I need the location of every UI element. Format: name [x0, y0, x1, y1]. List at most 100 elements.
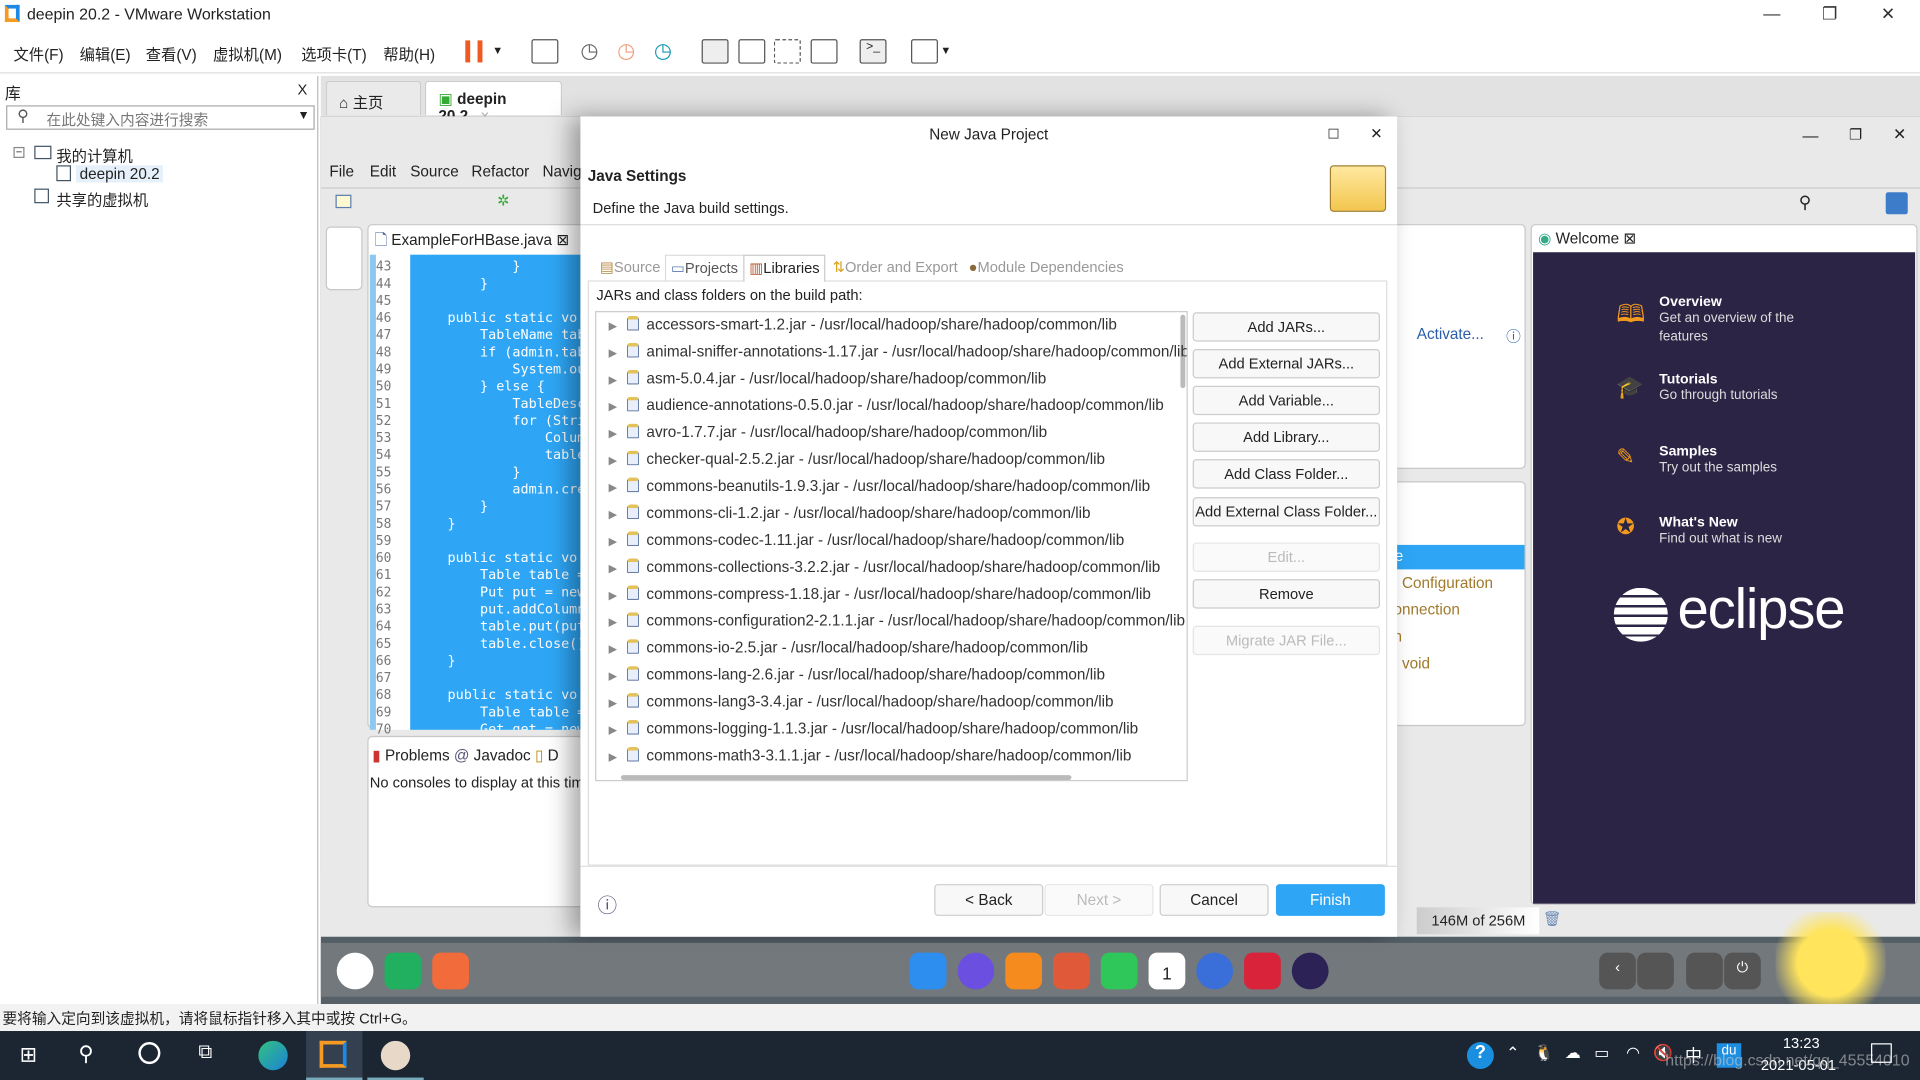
- snapshot-manager-icon[interactable]: ◷: [654, 39, 672, 63]
- java-perspective-icon[interactable]: [1885, 192, 1908, 215]
- help-icon[interactable]: ⓘ: [598, 889, 618, 918]
- add-external-class-folder-button[interactable]: Add External Class Folder...: [1192, 497, 1381, 527]
- chevron-up-icon[interactable]: ⌃: [1506, 1043, 1519, 1063]
- minimized-view-stack[interactable]: [325, 226, 363, 291]
- library-close-button[interactable]: X: [298, 81, 308, 98]
- outline-item[interactable]: onnection: [1393, 601, 1459, 618]
- close-icon[interactable]: ⊠: [556, 231, 569, 248]
- code-editor[interactable]: } } public static vo TableName tab if (a…: [410, 254, 582, 730]
- expand-arrow-icon[interactable]: ▶: [609, 643, 617, 655]
- tree-item-deepin[interactable]: deepin 20.2: [75, 165, 164, 183]
- revert-snapshot-icon[interactable]: ◷: [617, 39, 635, 63]
- expand-arrow-icon[interactable]: ▶: [609, 373, 617, 385]
- app-store-icon[interactable]: [1005, 952, 1043, 990]
- power-icon[interactable]: ⏻: [1724, 952, 1761, 990]
- qq-icon[interactable]: 🐧: [1534, 1043, 1554, 1063]
- editor-tab[interactable]: 🗋 ExampleForHBase.java ⊠: [375, 229, 569, 255]
- console-icon[interactable]: >_: [859, 39, 887, 64]
- task-view-icon[interactable]: ⧉: [198, 1042, 212, 1064]
- search-icon[interactable]: ⚲: [1799, 192, 1812, 213]
- jar-list-item[interactable]: ▶ animal-sniffer-annotations-1.17.jar - /…: [609, 342, 1187, 370]
- jar-list-item[interactable]: ▶ commons-io-2.5.jar - /usr/local/hadoop/…: [609, 639, 1088, 666]
- expand-arrow-icon[interactable]: ▶: [609, 454, 617, 466]
- vmware-taskbar-button[interactable]: [306, 1031, 363, 1080]
- menu-edit[interactable]: 编辑(E): [80, 42, 131, 65]
- tab-problems[interactable]: Problems: [385, 747, 450, 764]
- cancel-button[interactable]: Cancel: [1159, 884, 1269, 916]
- tab-libraries[interactable]: ▥Libraries: [743, 254, 826, 282]
- eclipse-close-button[interactable]: ✕: [1893, 125, 1906, 145]
- welcome-item-samples[interactable]: Samples Try out the samples: [1659, 444, 1777, 477]
- back-arrow-icon[interactable]: ‹: [1599, 952, 1636, 990]
- eclipse-menu-file[interactable]: File: [329, 163, 354, 180]
- jar-list-item[interactable]: ▶ commons-configuration2-2.1.1.jar - /usr…: [609, 612, 1185, 639]
- expand-arrow-icon[interactable]: ▶: [609, 400, 617, 412]
- expand-arrow-icon[interactable]: ▶: [609, 724, 617, 736]
- list-hscrollbar[interactable]: [620, 775, 1072, 781]
- onscreen-keyboard-icon[interactable]: [1686, 952, 1723, 990]
- chevron-down-icon[interactable]: ▼: [492, 44, 503, 56]
- launcher-icon[interactable]: [336, 952, 374, 990]
- file-manager-icon[interactable]: [909, 952, 947, 990]
- expand-arrow-icon[interactable]: ▶: [609, 751, 617, 763]
- jar-list-item[interactable]: ▶ commons-collections-3.2.2.jar - /usr/lo…: [609, 558, 1160, 585]
- search-icon[interactable]: ⚲: [78, 1042, 93, 1066]
- new-icon[interactable]: [335, 194, 352, 209]
- jar-list-item[interactable]: ▶ commons-compress-1.18.jar - /usr/local/…: [609, 585, 1151, 612]
- eclipse-restore-button[interactable]: ❐: [1849, 126, 1862, 143]
- jar-list-item[interactable]: ▶ commons-lang3-3.4.jar - /usr/local/hado…: [609, 693, 1114, 720]
- eclipse-dock-icon[interactable]: [1291, 952, 1329, 990]
- add-jars-button[interactable]: Add JARs...: [1192, 312, 1381, 342]
- pause-icon[interactable]: [465, 40, 483, 63]
- menu-tabs[interactable]: 选项卡(T): [301, 42, 366, 65]
- send-ctrl-alt-del-icon[interactable]: [531, 39, 559, 64]
- jar-list-item[interactable]: ▶ checker-qual-2.5.2.jar - /usr/local/had…: [609, 450, 1105, 478]
- outline-item[interactable]: : Configuration: [1393, 574, 1493, 591]
- music-icon[interactable]: [1100, 952, 1138, 990]
- menu-file[interactable]: 文件(F): [13, 42, 63, 65]
- tab-projects[interactable]: ▭Projects: [664, 254, 745, 282]
- eclipse-menu-source[interactable]: Source: [410, 163, 459, 180]
- expand-arrow-icon[interactable]: ▶: [609, 670, 617, 682]
- tutorials-icon[interactable]: 🎓: [1616, 375, 1643, 401]
- migrate-jar-file-button[interactable]: Migrate JAR File...: [1192, 625, 1381, 656]
- expand-arrow-icon[interactable]: ▶: [609, 481, 617, 493]
- add-library-button[interactable]: Add Library...: [1192, 422, 1381, 452]
- multitask-icon[interactable]: [432, 952, 469, 990]
- clock-time[interactable]: 13:23: [1783, 1035, 1820, 1052]
- eclipse-menu-refactor[interactable]: Refactor: [471, 163, 529, 180]
- expand-arrow-icon[interactable]: ▶: [609, 427, 617, 439]
- windows-start-icon[interactable]: ⊞: [20, 1043, 37, 1067]
- remove-button[interactable]: Remove: [1192, 579, 1381, 609]
- photos-icon[interactable]: [1053, 952, 1090, 990]
- edit-button[interactable]: Edit...: [1192, 542, 1381, 572]
- back-button[interactable]: < Back: [934, 884, 1044, 916]
- help-tray-icon[interactable]: ?: [1466, 1042, 1494, 1069]
- library-search-input[interactable]: 在此处键入内容进行搜索: [6, 105, 315, 130]
- dialog-maximize-button[interactable]: ☐: [1327, 126, 1339, 142]
- chevron-down-icon[interactable]: ▼: [940, 44, 951, 56]
- app-taskbar-button[interactable]: [367, 1031, 424, 1080]
- notification-icon[interactable]: [1871, 1043, 1892, 1063]
- tab-home[interactable]: ⌂ 主页×: [325, 80, 422, 130]
- jar-list-item[interactable]: ▶ commons-logging-1.1.3.jar - /usr/local/…: [609, 720, 1138, 747]
- close-button[interactable]: ✕: [1881, 4, 1895, 25]
- jar-list-item[interactable]: ▶ commons-math3-3.1.1.jar - /usr/local/ha…: [609, 746, 1131, 774]
- snapshot-icon[interactable]: ◷: [580, 39, 598, 63]
- stretch-icon[interactable]: [911, 39, 938, 64]
- edge-taskbar-button[interactable]: [245, 1031, 301, 1080]
- expand-arrow-icon[interactable]: ▶: [609, 320, 617, 332]
- welcome-item-overview[interactable]: Overview Get an overview of the features: [1659, 295, 1904, 346]
- onedrive-icon[interactable]: ☁: [1565, 1043, 1581, 1063]
- tab-deepin[interactable]: ▣ deepin 20.2×: [424, 80, 563, 125]
- jar-list-item[interactable]: ▶ audience-annotations-0.5.0.jar - /usr/l…: [609, 396, 1164, 424]
- keyboard-icon[interactable]: [1637, 952, 1674, 990]
- calendar-icon[interactable]: 1: [1148, 952, 1186, 990]
- menu-view[interactable]: 查看(V): [146, 42, 197, 65]
- expand-arrow-icon[interactable]: ▶: [609, 616, 617, 628]
- samples-icon[interactable]: ✎: [1616, 444, 1634, 470]
- chevron-down-icon[interactable]: ▼: [298, 109, 310, 122]
- terminal-app-icon[interactable]: [384, 952, 422, 990]
- jar-list-item[interactable]: ▶ avro-1.7.7.jar - /usr/local/hadoop/shar…: [609, 423, 1047, 451]
- trash-icon[interactable]: 🗑: [1543, 910, 1562, 927]
